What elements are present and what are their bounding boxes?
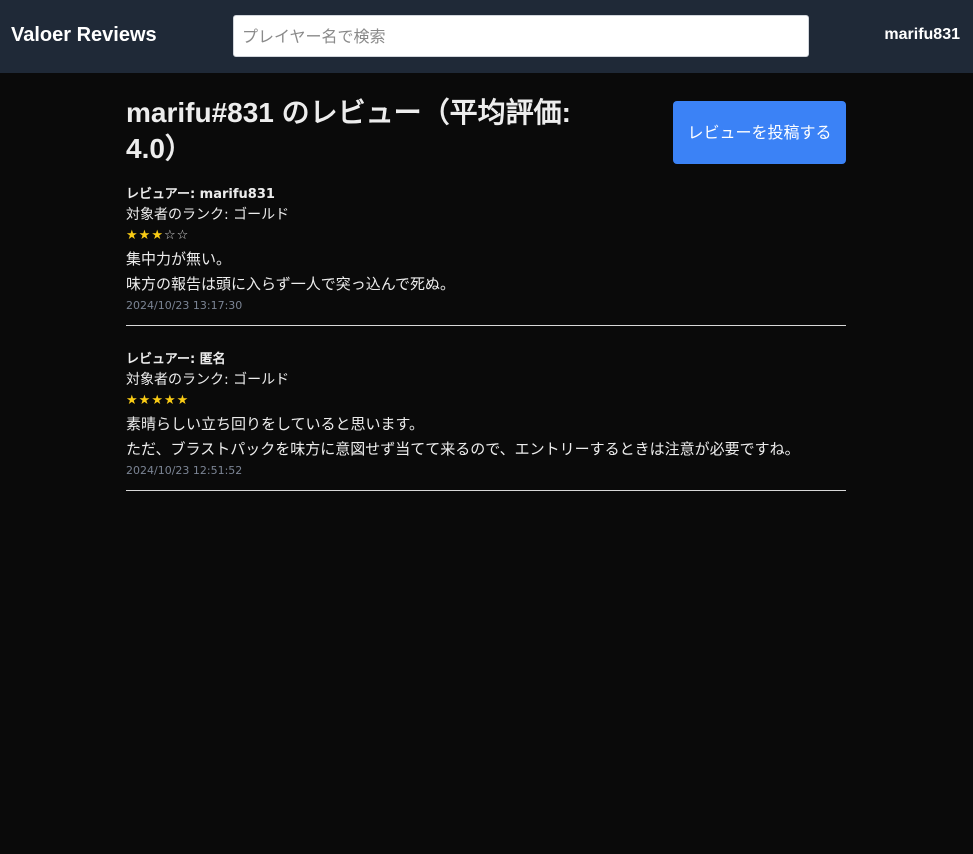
star-filled-icon: ★ [126,393,139,408]
review-text-line: 味方の報告は頭に入らず一人で突っ込んで死ぬ。 [126,275,455,293]
star-filled-icon: ★ [151,393,164,408]
star-rating: ★★★★★ [126,390,846,412]
review-divider [126,490,846,491]
review-text-line: 素晴らしい立ち回りをしていると思います。 [126,415,425,433]
brand-logo-text[interactable]: Valoer Reviews [11,24,157,47]
star-rating: ★★★☆☆ [126,225,846,247]
post-review-button[interactable]: レビューを投稿する [673,101,846,164]
review-divider [126,325,846,326]
review-timestamp: 2024/10/23 13:17:30 [126,299,243,312]
top-navigation-bar: Valoer Reviews marifu831 [0,0,973,73]
star-filled-icon: ★ [138,393,152,408]
review-item: レビュアー: marifu831 対象者のランク: ゴールド ★★★☆☆ 集中力… [126,185,846,314]
star-filled-icon: ★ [126,228,139,243]
star-filled-icon: ★ [151,228,164,243]
star-filled-icon: ★ [138,228,152,243]
reviewer-name: レビュアー: 匿名 [126,352,226,367]
reviewer-name: レビュアー: marifu831 [126,187,275,202]
star-filled-icon: ★ [163,393,177,408]
star-empty-icon: ☆ [176,228,190,243]
review-item: レビュアー: 匿名 対象者のランク: ゴールド ★★★★★ 素晴らしい立ち回りを… [126,350,846,479]
player-search-input[interactable] [233,15,809,57]
page-title: marifu#831 のレビュー（平均評価: 4.0） [126,97,571,164]
review-text-line: ただ、ブラストパックを味方に意図せず当てて来るので、エントリーするときは注意が必… [126,440,800,458]
star-filled-icon: ★ [176,393,190,408]
review-text-line: 集中力が無い。 [126,250,232,268]
target-rank: 対象者のランク: ゴールド [126,372,290,388]
review-timestamp: 2024/10/23 12:51:52 [126,464,243,477]
star-empty-icon: ☆ [163,228,177,243]
target-rank: 対象者のランク: ゴールド [126,207,290,223]
current-user-name[interactable]: marifu831 [884,26,960,44]
